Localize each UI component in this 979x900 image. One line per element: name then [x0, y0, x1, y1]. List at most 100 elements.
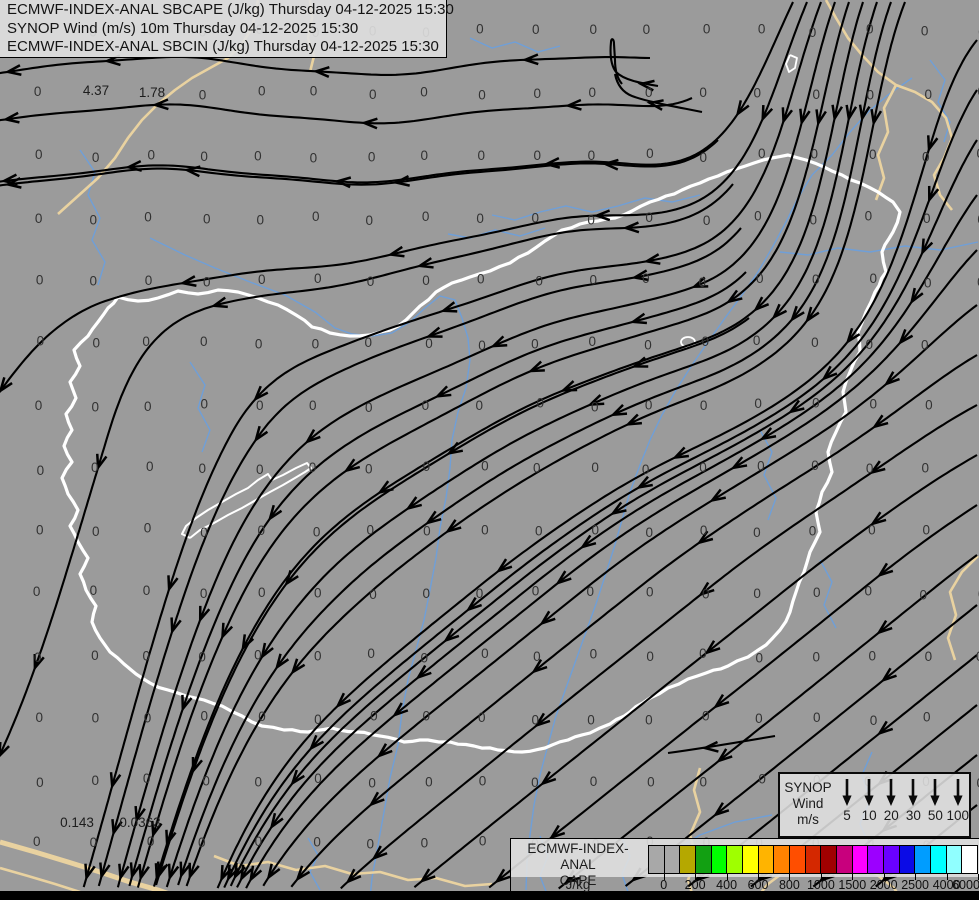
- station-value-zero: 0: [590, 22, 598, 37]
- station-value-zero: 0: [200, 709, 208, 724]
- station-value-zero: 0: [368, 775, 376, 790]
- cape-color-swatch: [868, 846, 884, 873]
- station-value-zero: 0: [869, 147, 877, 162]
- station-value-zero: 0: [256, 213, 264, 228]
- station-value-zero: 0: [203, 275, 211, 290]
- station-value-zero: 0: [148, 148, 156, 163]
- station-value-zero: 0: [92, 336, 100, 351]
- station-value-zero: 0: [923, 523, 931, 538]
- station-value-zero: 0: [422, 273, 430, 288]
- station-value-zero: 0: [314, 771, 322, 786]
- station-value-zero: 0: [33, 834, 41, 849]
- cape-color-swatch: [649, 846, 664, 873]
- weather-map-viewport: 0 0 0 0 0 0 0 0 0 0 0 0 0 0 0 0 0 0 0 0 0 0 0 0 0 0 0 0 0 0 0 0 0 0 0 0 0 0 0 0…: [0, 0, 979, 900]
- station-value-zero: 0: [703, 213, 711, 228]
- wind-speed-cell: 50: [924, 777, 946, 836]
- station-value-zero: 0: [645, 85, 653, 100]
- station-value-zero: 0: [312, 337, 320, 352]
- station-value-zero: 0: [532, 583, 540, 598]
- station-value-zero: 0: [369, 87, 377, 102]
- cape-color-swatch: [758, 846, 774, 873]
- station-value-zero: 0: [366, 836, 374, 851]
- cape-color-swatch: [680, 846, 696, 873]
- cape-color-swatch: [664, 846, 680, 873]
- cape-legend-unit: J/kg: [565, 877, 591, 892]
- station-value-zero: 0: [700, 398, 708, 413]
- station-value-zero: 0: [255, 834, 263, 849]
- station-value-zero: 0: [478, 338, 486, 353]
- station-value-zero: 0: [923, 211, 931, 226]
- station-value-zero: 0: [422, 586, 430, 601]
- station-value-zero: 0: [481, 646, 489, 661]
- station-value-zero: 0: [700, 774, 708, 789]
- cape-color-swatch: [805, 846, 821, 873]
- station-value-zero: 0: [646, 649, 654, 664]
- wind-speed-scale: 5 10 20 30 50 100: [836, 774, 969, 836]
- station-value-zero: 0: [91, 648, 99, 663]
- station-value-zero: 0: [870, 271, 878, 286]
- station-value-zero: 0: [200, 586, 208, 601]
- station-value-zero: 0: [37, 463, 45, 478]
- station-value-zero: 0: [310, 83, 318, 98]
- station-value-zero: 0: [146, 459, 154, 474]
- station-value-zero: 0: [868, 649, 876, 664]
- station-value-zero: 0: [643, 22, 651, 37]
- station-value-zero: 0: [145, 273, 153, 288]
- station-value-zero: 0: [147, 834, 155, 849]
- wind-speed-cell: 10: [858, 777, 880, 836]
- station-value-zero: 0: [865, 209, 873, 224]
- station-value-zero: 0: [199, 461, 207, 476]
- station-value-zero: 0: [477, 148, 485, 163]
- station-value-zero: 0: [812, 650, 820, 665]
- station-value-zero: 0: [923, 709, 931, 724]
- station-value-zero: 0: [810, 147, 818, 162]
- station-value-zero: 0: [754, 396, 762, 411]
- station-value-zero: 0: [200, 149, 208, 164]
- station-value-zero: 0: [869, 397, 877, 412]
- station-value-zero: 0: [200, 525, 208, 540]
- station-value-zero: 0: [699, 85, 707, 100]
- station-value-zero: 0: [476, 398, 484, 413]
- station-value-zero: 0: [476, 21, 484, 36]
- cape-color-swatch: [790, 846, 805, 873]
- station-value-zero: 0: [369, 587, 377, 602]
- station-value-zero: 0: [256, 462, 264, 477]
- station-value-zero: 0: [642, 271, 650, 286]
- station-value-zero: 0: [425, 336, 433, 351]
- station-value-zero: 0: [258, 523, 266, 538]
- wind-speed-label: 30: [905, 808, 921, 823]
- station-value-zero: 0: [199, 88, 207, 103]
- station-value-zero: 0: [254, 149, 262, 164]
- cape-color-swatch: [915, 846, 931, 873]
- cape-scale-label: 2500: [901, 878, 929, 892]
- station-value-zero: 0: [92, 150, 100, 165]
- station-value-zero: 0: [537, 396, 545, 411]
- station-value-zero: 0: [36, 523, 44, 538]
- station-value-zero: 0: [423, 459, 431, 474]
- station-value-zero: 0: [421, 148, 429, 163]
- station-value-zero: 0: [535, 524, 543, 539]
- station-value-zero: 0: [868, 522, 876, 537]
- station-value-zero: 0: [699, 460, 707, 475]
- station-value-zero: 0: [479, 834, 487, 849]
- station-value-zero: 0: [813, 585, 821, 600]
- station-value-zero: 0: [365, 400, 373, 415]
- station-value-zero: 0: [864, 584, 872, 599]
- station-value-zero: 0: [588, 148, 596, 163]
- station-value-zero: 0: [309, 460, 317, 475]
- station-value-zero: 0: [813, 87, 821, 102]
- cape-legend: ECMWF-INDEX-ANAL CAPE J/kg 0 200 400 600 800…: [510, 838, 979, 893]
- station-value-zero: 0: [314, 649, 322, 664]
- station-value-zero: 0: [200, 334, 208, 349]
- station-value-zero: 0: [532, 712, 540, 727]
- cape-color-swatch: [821, 846, 837, 873]
- station-value-zero: 0: [143, 583, 151, 598]
- down-arrow-icon: [864, 779, 874, 806]
- station-value-zero: 0: [89, 212, 97, 227]
- wind-speed-cell: 100: [946, 777, 969, 836]
- station-value-zero: 0: [258, 709, 266, 724]
- station-value-zero: 0: [91, 460, 99, 475]
- cape-scale-label: 600: [747, 878, 769, 892]
- station-value-zero: 0: [925, 649, 933, 664]
- station-value-zero: 0: [90, 273, 98, 288]
